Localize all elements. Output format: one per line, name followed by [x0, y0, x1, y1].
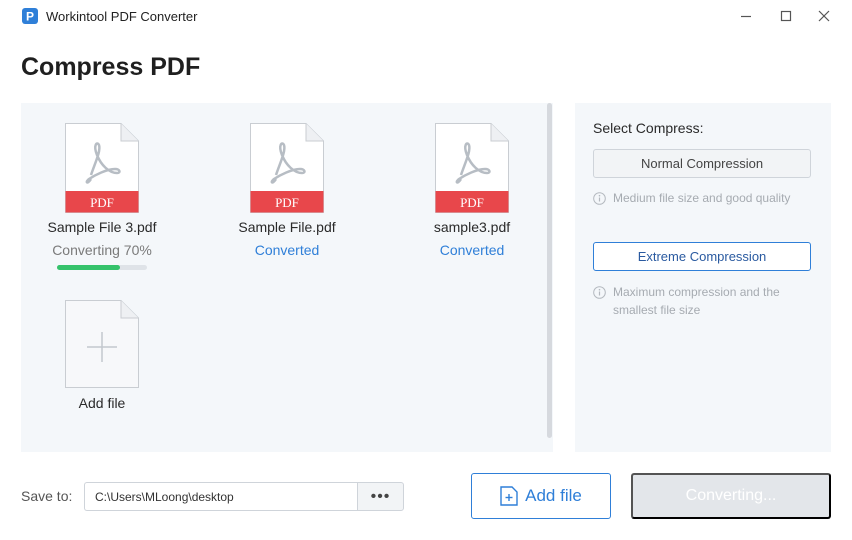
file-status: Converted: [254, 242, 320, 258]
pdf-file-icon: PDF: [65, 123, 139, 213]
convert-button[interactable]: Converting...: [631, 473, 831, 519]
file-item[interactable]: PDF Sample File.pdf Converted: [206, 123, 376, 283]
info-icon: [593, 192, 606, 205]
hint-text: Maximum compression and the smallest fil…: [613, 285, 780, 317]
select-compress-label: Select Compress:: [593, 120, 704, 136]
more-icon: •••: [370, 487, 391, 505]
page-title: Compress PDF: [21, 53, 201, 81]
add-file-tile-label[interactable]: Add file: [21, 395, 183, 411]
svg-text:PDF: PDF: [275, 195, 299, 210]
progress-fill: [57, 265, 120, 270]
file-status: Converted: [439, 242, 505, 258]
extreme-compression-hint: Maximum compression and the smallest fil…: [593, 283, 815, 319]
add-file-tile[interactable]: [65, 300, 139, 388]
hint-text: Medium file size and good quality: [613, 191, 791, 205]
maximize-button[interactable]: [775, 6, 797, 26]
app-logo-icon: P: [22, 8, 38, 24]
file-item[interactable]: PDF sample3.pdf Converted: [391, 123, 561, 283]
svg-text:PDF: PDF: [90, 195, 114, 210]
minimize-icon: [741, 15, 751, 18]
compress-options-panel: Select Compress: Normal Compression Medi…: [575, 103, 831, 452]
svg-text:PDF: PDF: [460, 195, 484, 210]
pdf-file-icon: PDF: [435, 123, 509, 213]
minimize-button[interactable]: [735, 6, 757, 26]
file-item[interactable]: PDF Sample File 3.pdf Converting 70%: [21, 123, 191, 283]
file-name: Sample File.pdf: [238, 219, 336, 235]
save-to-label: Save to:: [21, 488, 73, 504]
title-bar: P Workintool PDF Converter: [0, 0, 852, 32]
file-status: Converting 70%: [52, 242, 152, 258]
add-file-button-label: Add file: [525, 486, 582, 505]
close-icon: [818, 10, 830, 22]
extreme-compression-button[interactable]: Extreme Compression: [593, 242, 811, 271]
conversion-progress-bar: [57, 265, 147, 270]
close-button[interactable]: [813, 6, 835, 26]
maximize-icon: [780, 10, 792, 22]
normal-compression-hint: Medium file size and good quality: [593, 189, 815, 207]
file-name: sample3.pdf: [433, 219, 511, 235]
browse-button[interactable]: •••: [357, 482, 404, 511]
pdf-file-icon: PDF: [250, 123, 324, 213]
svg-text:P: P: [26, 10, 34, 24]
add-file-button[interactable]: Add file: [471, 473, 611, 519]
file-name: Sample File 3.pdf: [47, 219, 157, 235]
info-icon: [593, 286, 606, 299]
save-path-input[interactable]: [84, 482, 358, 511]
window-title: Workintool PDF Converter: [46, 9, 198, 24]
normal-compression-button[interactable]: Normal Compression: [593, 149, 811, 178]
add-file-icon: [500, 486, 518, 506]
